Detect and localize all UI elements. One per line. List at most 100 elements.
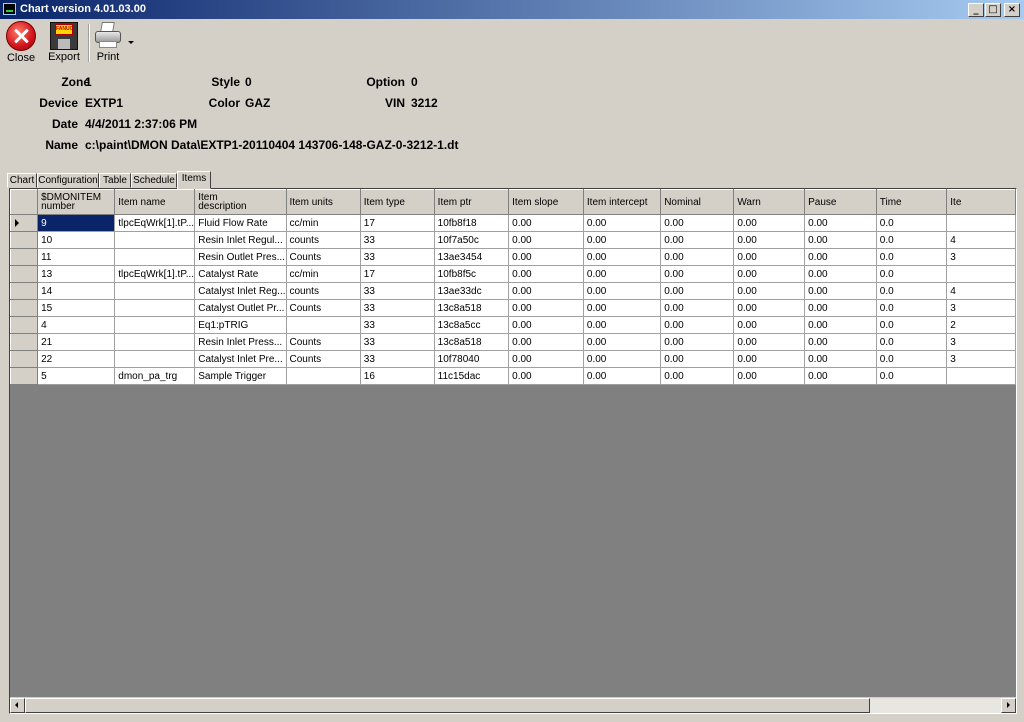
table-row[interactable]: 9 tlpcEqWrk[1].tP... Fluid Flow Rate cc/min… — [10, 214, 1016, 232]
table-cell[interactable]: 10f78040 — [434, 350, 510, 368]
table-cell[interactable]: 5 — [37, 367, 116, 385]
table-cell[interactable]: 0.00 — [583, 367, 662, 385]
table-cell[interactable]: 16 — [360, 367, 435, 385]
table-cell[interactable]: 13ae3454 — [434, 248, 510, 266]
print-dropdown-arrow-icon[interactable] — [128, 41, 134, 44]
column-header[interactable]: Item ptr — [433, 189, 510, 215]
column-header[interactable]: Nominal — [660, 189, 735, 215]
row-header[interactable] — [10, 265, 39, 283]
table-cell[interactable]: 0.00 — [660, 282, 735, 300]
table-cell[interactable]: 33 — [360, 350, 435, 368]
table-row[interactable]: 5 dmon_pa_trg Sample Trigger 16 11c15dac 0.00… — [10, 367, 1016, 385]
table-cell[interactable]: 0.00 — [733, 316, 806, 334]
table-cell[interactable]: 0.0 — [876, 367, 948, 385]
table-cell[interactable]: 10f7a50c — [434, 231, 510, 249]
table-cell[interactable] — [946, 367, 1016, 385]
table-cell[interactable]: Catalyst Outlet Pr... — [194, 299, 287, 317]
table-cell[interactable]: 11 — [37, 248, 116, 266]
table-cell[interactable]: 0.00 — [583, 214, 662, 232]
table-cell[interactable]: 11c15dac — [434, 367, 510, 385]
table-cell[interactable]: 0.00 — [804, 248, 877, 266]
table-cell[interactable]: 0.00 — [508, 231, 584, 249]
scroll-right-button[interactable] — [1001, 698, 1016, 713]
column-header[interactable]: Ite — [946, 189, 1016, 215]
column-header[interactable]: Item description — [194, 189, 287, 215]
table-cell[interactable]: 9 — [37, 214, 116, 232]
table-cell[interactable]: 0.00 — [733, 367, 806, 385]
table-cell[interactable]: Catalyst Inlet Reg... — [194, 282, 287, 300]
table-cell[interactable]: 0.0 — [876, 350, 948, 368]
table-row[interactable]: 15 Catalyst Outlet Pr... Counts 33 13c8a518 0… — [10, 299, 1016, 317]
row-header[interactable] — [10, 214, 39, 232]
table-cell[interactable]: 0.00 — [660, 316, 735, 334]
table-cell[interactable]: 4 — [37, 316, 116, 334]
table-cell[interactable]: counts — [286, 282, 361, 300]
column-header[interactable]: $DMONITEM number — [37, 189, 116, 215]
table-cell[interactable]: 0.00 — [508, 333, 584, 351]
table-cell[interactable]: 33 — [360, 333, 435, 351]
table-cell[interactable]: 3 — [946, 333, 1016, 351]
table-cell[interactable]: 0.00 — [660, 231, 735, 249]
table-cell[interactable]: 0.00 — [804, 282, 877, 300]
scroll-thumb[interactable] — [25, 698, 870, 713]
row-header[interactable] — [10, 316, 39, 334]
table-cell[interactable]: 0.00 — [583, 282, 662, 300]
table-cell[interactable]: 0.00 — [660, 299, 735, 317]
table-cell[interactable]: 33 — [360, 282, 435, 300]
table-cell[interactable]: 3 — [946, 350, 1016, 368]
table-cell[interactable]: 0.00 — [660, 333, 735, 351]
table-cell[interactable]: 0.00 — [508, 350, 584, 368]
table-cell[interactable]: 0.00 — [804, 299, 877, 317]
column-header[interactable]: Item type — [359, 189, 435, 215]
table-cell[interactable]: 0.00 — [508, 214, 584, 232]
items-grid[interactable]: $DMONITEM number Item name Item description I… — [9, 188, 1017, 714]
table-cell[interactable]: 0.00 — [508, 282, 584, 300]
table-cell[interactable]: 0.00 — [583, 248, 662, 266]
table-cell[interactable]: Counts — [286, 333, 361, 351]
column-header[interactable]: Pause — [804, 189, 877, 215]
table-cell[interactable]: 4 — [946, 231, 1016, 249]
table-cell[interactable]: 0.00 — [804, 316, 877, 334]
tab-table[interactable]: Table — [99, 173, 131, 188]
column-header[interactable]: Item intercept — [582, 189, 662, 215]
table-cell[interactable]: 0.0 — [876, 282, 948, 300]
table-cell[interactable]: 0.00 — [508, 367, 584, 385]
table-cell[interactable]: 0.00 — [660, 248, 735, 266]
table-cell[interactable]: 0.00 — [508, 299, 584, 317]
table-row[interactable]: 11 Resin Outlet Pres... Counts 33 13ae3454 0.… — [10, 248, 1016, 266]
table-cell[interactable]: 0.0 — [876, 333, 948, 351]
row-header[interactable] — [10, 282, 39, 300]
table-cell[interactable] — [114, 333, 196, 351]
table-cell[interactable]: 0.00 — [733, 282, 806, 300]
table-cell[interactable]: 3 — [946, 248, 1016, 266]
export-button[interactable]: FANUC Export — [45, 21, 83, 63]
table-cell[interactable]: 0.00 — [660, 350, 735, 368]
table-cell[interactable]: 0.0 — [876, 316, 948, 334]
table-cell[interactable]: 0.00 — [583, 299, 662, 317]
table-cell[interactable]: 14 — [37, 282, 116, 300]
table-cell[interactable]: 0.00 — [660, 367, 735, 385]
scroll-left-button[interactable] — [10, 698, 25, 713]
table-cell[interactable]: Catalyst Rate — [194, 265, 287, 283]
table-cell[interactable]: Resin Inlet Press... — [194, 333, 287, 351]
tab-chart[interactable]: Chart — [7, 173, 37, 188]
table-cell[interactable]: 0.00 — [660, 214, 735, 232]
print-button[interactable]: Print — [91, 21, 125, 63]
table-cell[interactable]: tlpcEqWrk[1].tP... — [114, 214, 196, 232]
table-cell[interactable]: 10fb8f18 — [434, 214, 510, 232]
table-cell[interactable] — [114, 282, 196, 300]
column-header[interactable]: Item slope — [508, 189, 584, 215]
table-cell[interactable] — [114, 248, 196, 266]
table-cell[interactable]: Resin Outlet Pres... — [194, 248, 287, 266]
tab-configuration[interactable]: Configuration — [37, 173, 99, 188]
table-row[interactable]: 10 Resin Inlet Regul... counts 33 10f7a50c 0.… — [10, 231, 1016, 249]
table-row[interactable]: 14 Catalyst Inlet Reg... counts 33 13ae33dc 0… — [10, 282, 1016, 300]
table-cell[interactable]: 15 — [37, 299, 116, 317]
close-window-button[interactable]: × — [1004, 3, 1020, 17]
table-cell[interactable]: 4 — [946, 282, 1016, 300]
table-cell[interactable]: 0.0 — [876, 299, 948, 317]
table-cell[interactable]: 0.00 — [583, 333, 662, 351]
table-cell[interactable]: 0.00 — [733, 214, 806, 232]
column-header[interactable]: Time — [875, 189, 948, 215]
table-cell[interactable]: 0.00 — [660, 265, 735, 283]
